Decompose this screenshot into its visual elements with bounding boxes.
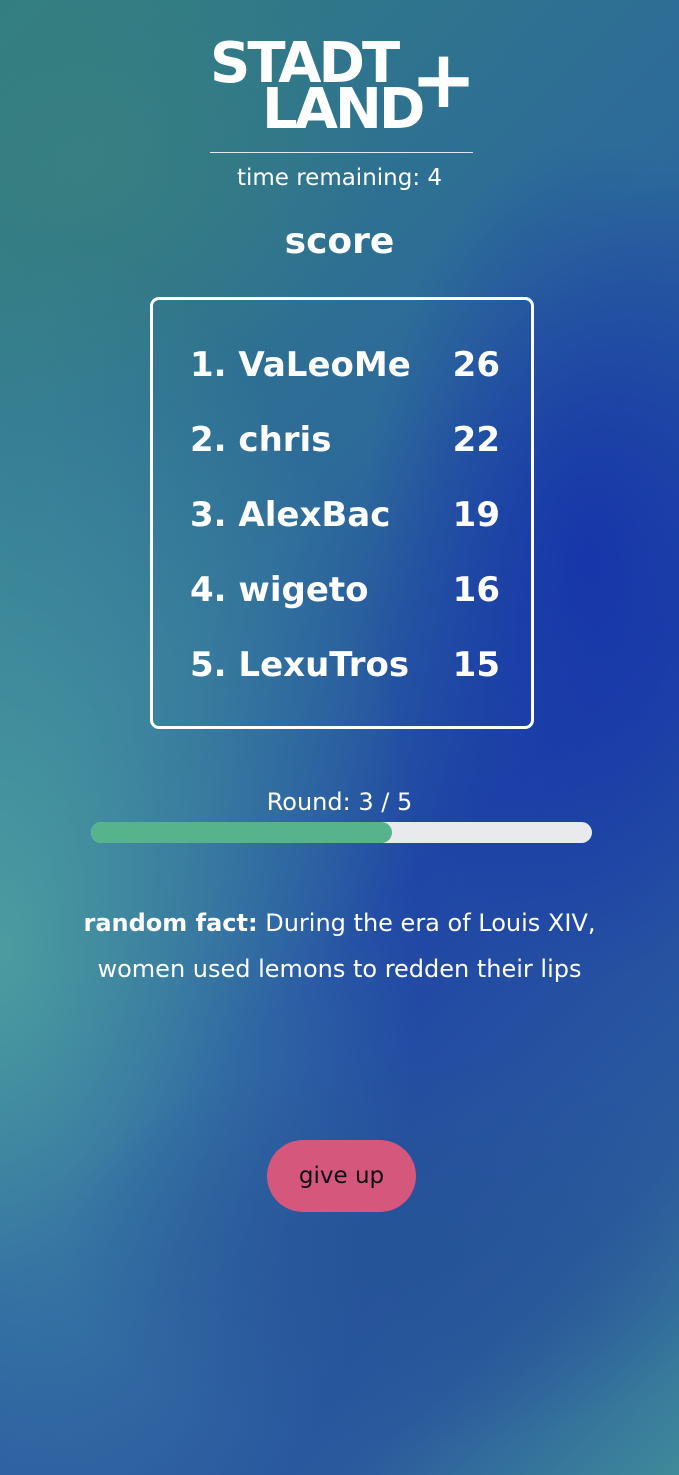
round-separator: / (381, 788, 390, 816)
round-current: 3 (358, 788, 374, 816)
scoreboard-row: 1. VaLeoMe 26 (190, 340, 500, 390)
scoreboard-row: 2. chris 22 (190, 415, 500, 465)
player-rank-name: 4. wigeto (190, 570, 369, 610)
player-rank-name: 5. LexuTros (190, 645, 410, 685)
player-rank-name: 3. AlexBac (190, 495, 391, 535)
random-fact-label: random fact: (83, 909, 258, 937)
player-rank-name: 2. chris (190, 420, 332, 460)
time-remaining: time remaining: 4 (0, 162, 679, 194)
logo-plus-icon: + (410, 33, 478, 126)
scoreboard-row: 4. wigeto 16 (190, 565, 500, 615)
player-points: 16 (452, 570, 500, 610)
scoreboard-row: 3. AlexBac 19 (190, 490, 500, 540)
round-label: Round: (266, 788, 351, 816)
logo-divider (210, 152, 473, 153)
logo-word-land: LAND (262, 77, 425, 142)
player-points: 26 (452, 345, 500, 385)
scoreboard-row: 5. LexuTros 15 (190, 640, 500, 690)
scoreboard: 1. VaLeoMe 26 2. chris 22 3. AlexBac 19 … (150, 297, 534, 729)
round-progress-bar (91, 822, 592, 843)
score-heading: score (284, 221, 395, 262)
round-indicator: Round: 3 / 5 (0, 786, 679, 818)
time-remaining-label: time remaining: (236, 165, 421, 191)
stadt-land-plus-logo: STADT LAND + (210, 33, 478, 142)
round-total: 5 (397, 788, 413, 816)
player-rank-name: 1. VaLeoMe (190, 345, 411, 385)
give-up-button[interactable]: give up (267, 1140, 416, 1212)
time-remaining-value: 4 (427, 165, 443, 191)
player-points: 15 (452, 645, 500, 685)
random-fact: random fact: During the era of Louis XIV… (60, 900, 619, 992)
player-points: 19 (452, 495, 500, 535)
round-progress-fill (91, 822, 392, 843)
player-points: 22 (452, 420, 500, 460)
